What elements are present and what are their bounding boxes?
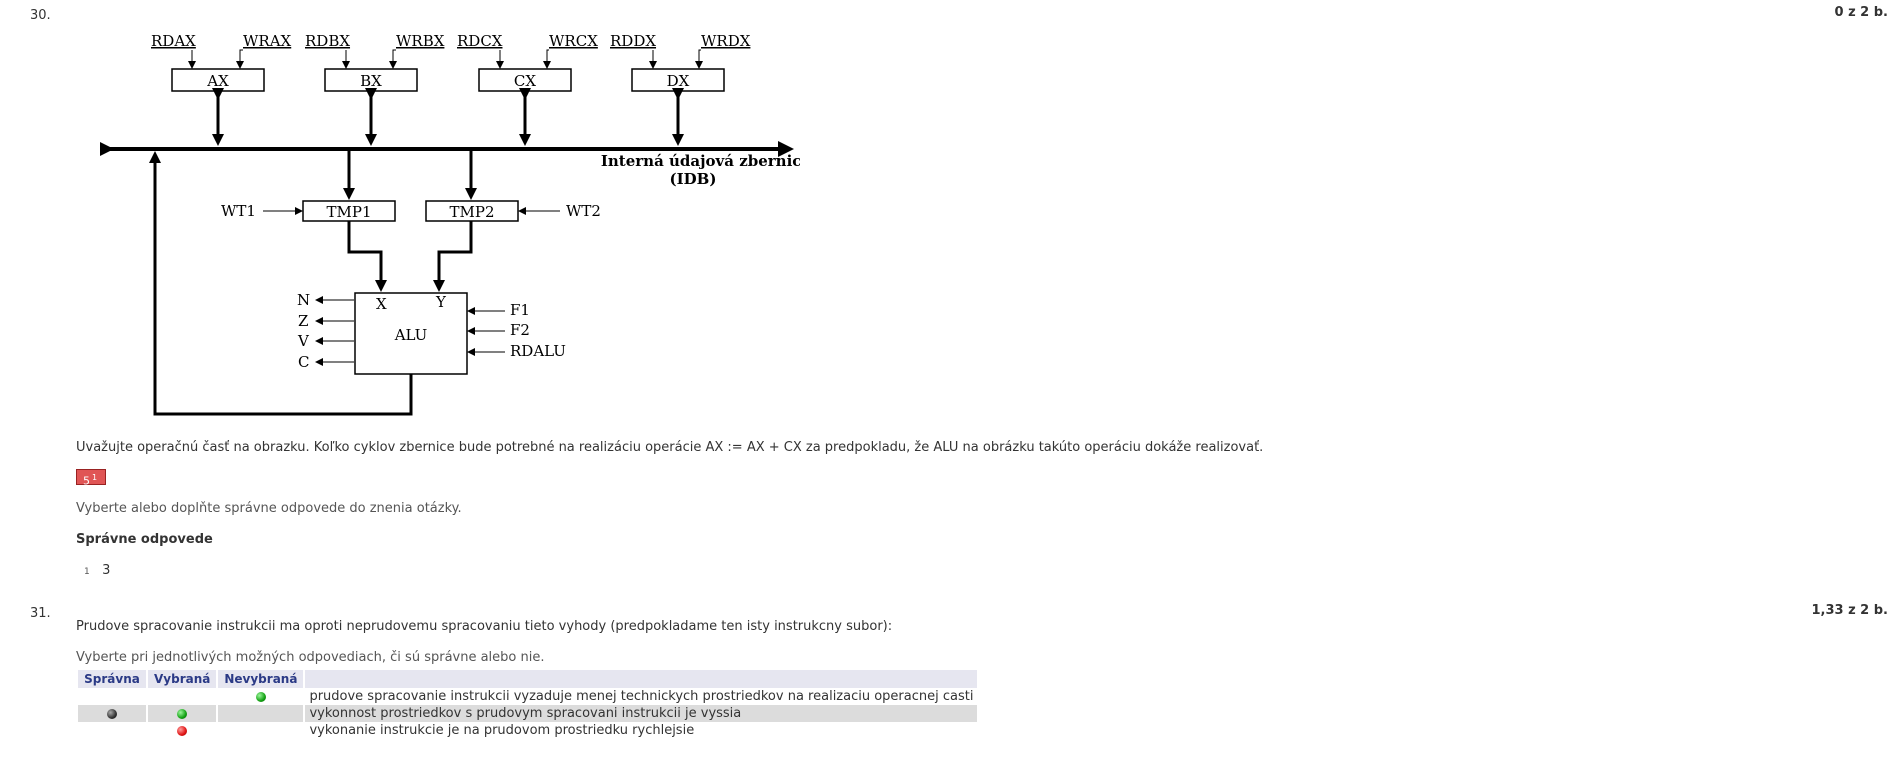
correct-answer-item: 1 3 <box>84 563 111 578</box>
svg-text:F2: F2 <box>510 321 530 339</box>
register-tmp1: TMP1 WT1 <box>221 149 396 222</box>
table-row: vykonanie instrukcie je na prudovom pros… <box>78 722 977 739</box>
register-bx: BX RDBX WRBX <box>305 32 445 146</box>
svg-text:WRBX: WRBX <box>396 32 445 50</box>
svg-text:F1: F1 <box>510 301 530 319</box>
svg-text:WRDX: WRDX <box>701 32 751 50</box>
svg-text:WRAX: WRAX <box>243 32 292 50</box>
dark-dot-icon <box>107 708 117 719</box>
register-ax: AX RDAX WRAX <box>151 32 292 146</box>
column-header-selected: Vybraná <box>148 670 217 688</box>
question-score: 0 z 2 b. <box>1834 5 1888 20</box>
alu-unit: ALU X Y N Z V C F1 F2 RDALU <box>297 291 566 375</box>
svg-text:TMP2: TMP2 <box>450 203 495 221</box>
register-cx: CX RDCX WRCX <box>457 32 598 146</box>
bus-label-abbr: (IDB) <box>670 170 717 188</box>
svg-text:DX: DX <box>667 72 690 90</box>
unselected-cell <box>218 722 303 739</box>
question-score: 1,33 z 2 b. <box>1811 603 1888 618</box>
instruction-text: Vyberte alebo doplňte správne odpovede d… <box>76 501 462 516</box>
svg-text:N: N <box>297 291 310 309</box>
question-number: 30. <box>30 8 51 23</box>
operational-unit-diagram: Interná údajová zbernica (IDB) AX RDAX W… <box>100 32 800 416</box>
option-text: prudove spracovanie instrukcii vyzaduje … <box>309 689 974 704</box>
svg-text:RDALU: RDALU <box>510 342 566 360</box>
table-row: vykonnost prostriedkov s prudovym spraco… <box>78 705 978 722</box>
svg-text:X: X <box>376 295 387 313</box>
option-text: vykonanie instrukcie je na prudovom pros… <box>309 723 695 738</box>
svg-text:BX: BX <box>360 72 382 90</box>
svg-text:V: V <box>297 332 310 350</box>
svg-text:CX: CX <box>514 72 536 90</box>
selected-cell <box>148 705 217 722</box>
option-text: vykonnost prostriedkov s prudovym spraco… <box>305 705 978 722</box>
register-dx: DX RDDX WRDX <box>610 32 751 146</box>
svg-text:WT2: WT2 <box>566 202 601 220</box>
svg-text:C: C <box>298 353 309 371</box>
column-header-text <box>305 670 978 688</box>
column-header-unselected: Nevybraná <box>218 670 304 688</box>
unselected-cell <box>218 705 304 722</box>
bus-label: Interná údajová zbernica <box>601 152 800 170</box>
correct-cell <box>78 705 146 722</box>
instruction-text: Vyberte pri jednotlivých možných odpoved… <box>76 650 545 665</box>
question-number: 31. <box>30 606 51 621</box>
answer-options-table: Správna Vybraná Nevybraná prudove spraco… <box>76 670 979 739</box>
selected-cell <box>148 722 216 739</box>
green-dot-icon <box>255 691 266 702</box>
svg-text:WT1: WT1 <box>221 202 256 220</box>
svg-text:Y: Y <box>435 293 447 311</box>
question-text: Uvažujte operačnú časť na obrazku. Koľko… <box>76 440 1264 455</box>
answer-field[interactable]: 51 <box>76 469 106 488</box>
svg-text:ALU: ALU <box>394 326 428 344</box>
green-dot-icon <box>177 708 188 719</box>
svg-text:RDAX: RDAX <box>151 32 196 50</box>
column-header-correct: Správna <box>78 670 146 688</box>
question-text: Prudove spracovanie instrukcii ma oproti… <box>76 619 893 634</box>
unselected-cell <box>218 688 303 705</box>
svg-text:RDBX: RDBX <box>305 32 350 50</box>
register-tmp2: TMP2 WT2 <box>425 149 601 222</box>
selected-cell <box>148 688 216 705</box>
svg-text:RDCX: RDCX <box>457 32 503 50</box>
svg-text:WRCX: WRCX <box>549 32 598 50</box>
correct-answers-heading: Správne odpovede <box>76 532 213 547</box>
svg-text:TMP1: TMP1 <box>327 203 372 221</box>
svg-text:RDDX: RDDX <box>610 32 656 50</box>
svg-text:AX: AX <box>206 72 229 90</box>
correct-cell <box>78 722 146 739</box>
svg-text:Z: Z <box>298 312 308 330</box>
red-dot-icon <box>177 725 188 736</box>
table-row: prudove spracovanie instrukcii vyzaduje … <box>78 688 977 705</box>
correct-cell <box>78 688 146 705</box>
